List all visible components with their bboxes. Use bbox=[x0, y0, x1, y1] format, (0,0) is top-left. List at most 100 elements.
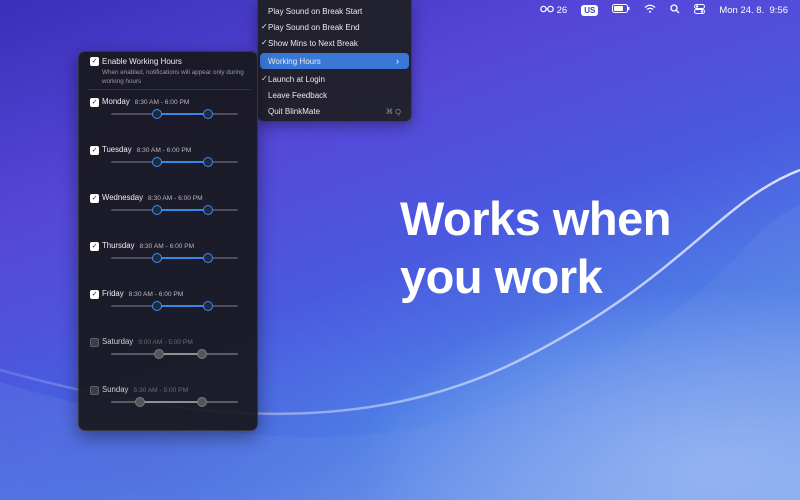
menu-item-label: Leave Feedback bbox=[268, 90, 328, 100]
slider-end-handle[interactable] bbox=[197, 397, 208, 407]
menu-item-label: Working Hours bbox=[268, 56, 321, 66]
headline: Works when you work bbox=[400, 190, 780, 306]
day-row-monday: ✓ Monday 8:30 AM - 6:00 PM bbox=[79, 97, 259, 145]
wifi-icon bbox=[644, 4, 656, 16]
headline-line-1: Works when bbox=[400, 192, 671, 245]
menubar-input-source[interactable]: US bbox=[581, 4, 599, 16]
day-row-saturday: Saturday 9:00 AM - 5:00 PM bbox=[79, 337, 259, 385]
day-hours: 5:30 AM - 5:00 PM bbox=[133, 387, 189, 394]
menu-item-working-hours[interactable]: Working Hours › bbox=[260, 53, 409, 69]
menu-item-leave-feedback[interactable]: Leave Feedback bbox=[258, 87, 411, 103]
slider-start-handle[interactable] bbox=[151, 109, 162, 119]
day-label: Thursday 8:30 AM - 6:00 PM bbox=[102, 241, 194, 250]
hours-range-slider[interactable] bbox=[111, 205, 238, 215]
chevron-right-icon: › bbox=[396, 56, 399, 66]
blinkmate-menu: Play Sound on Break Start ✓ Play Sound on … bbox=[257, 0, 412, 122]
slider-start-handle[interactable] bbox=[151, 157, 162, 167]
day-hours: 9:00 AM - 5:00 PM bbox=[138, 339, 193, 346]
hours-range-slider[interactable] bbox=[111, 349, 238, 359]
eye-glasses-icon bbox=[539, 5, 554, 16]
menu-item-label: Play Sound on Break End bbox=[268, 22, 360, 32]
day-checkbox-tuesday[interactable]: ✓ bbox=[90, 146, 99, 155]
hours-range-slider[interactable] bbox=[111, 397, 238, 407]
slider-range-fill bbox=[156, 305, 208, 307]
day-row-tuesday: ✓ Tuesday 8:30 AM - 6:00 PM bbox=[79, 145, 259, 193]
slider-range-fill bbox=[156, 113, 208, 115]
menubar-control-center[interactable] bbox=[694, 3, 706, 17]
slider-range-fill bbox=[156, 257, 208, 259]
hours-range-slider[interactable] bbox=[111, 109, 238, 119]
day-hours: 8:30 AM - 6:00 PM bbox=[128, 291, 184, 298]
checkmark-icon: ✓ bbox=[261, 22, 268, 31]
menu-item-quit-blinkmate[interactable]: Quit BlinkMate ⌘ Q bbox=[258, 103, 411, 119]
menu-item-play-sound-on-break-end[interactable]: ✓ Play Sound on Break End bbox=[258, 19, 411, 35]
slider-range-fill bbox=[140, 401, 203, 403]
day-name: Wednesday bbox=[102, 193, 144, 202]
day-label: Sunday 5:30 AM - 5:00 PM bbox=[102, 385, 188, 394]
control-center-icon bbox=[694, 3, 706, 17]
day-label: Friday 8:30 AM - 6:00 PM bbox=[102, 289, 183, 298]
panel-divider bbox=[87, 89, 251, 90]
day-checkbox-thursday[interactable]: ✓ bbox=[90, 242, 99, 251]
day-label: Wednesday 8:30 AM - 6:00 PM bbox=[102, 193, 203, 202]
enable-working-hours-description: When enabled, notifications will appear … bbox=[102, 69, 244, 85]
menu-item-label: Play Sound on Break Start bbox=[268, 6, 363, 16]
hours-range-slider[interactable] bbox=[111, 301, 238, 311]
slider-start-handle[interactable] bbox=[151, 253, 162, 263]
day-row-wednesday: ✓ Wednesday 8:30 AM - 6:00 PM bbox=[79, 193, 259, 241]
menu-item-label: Show Mins to Next Break bbox=[268, 38, 358, 48]
slider-end-handle[interactable] bbox=[202, 253, 213, 263]
menu-item-label: Quit BlinkMate bbox=[268, 106, 321, 116]
day-name: Friday bbox=[102, 289, 124, 298]
day-hours: 8:30 AM - 6:00 PM bbox=[134, 99, 190, 106]
day-row-sunday: Sunday 5:30 AM - 5:00 PM bbox=[79, 385, 259, 433]
shortcut-label: ⌘ Q bbox=[385, 106, 401, 116]
day-checkbox-saturday[interactable] bbox=[90, 338, 99, 347]
day-label: Monday 8:30 AM - 6:00 PM bbox=[102, 97, 189, 106]
day-name: Thursday bbox=[102, 241, 135, 250]
menubar-blinkmate-status[interactable]: 26 bbox=[539, 4, 568, 16]
hours-range-slider[interactable] bbox=[111, 253, 238, 263]
day-label: Tuesday 8:30 AM - 6:00 PM bbox=[102, 145, 191, 154]
menubar-spotlight[interactable] bbox=[670, 3, 680, 17]
checkmark-icon: ✓ bbox=[261, 74, 268, 83]
menubar-clock[interactable]: Mon 24. 8. 9:56 bbox=[719, 5, 788, 16]
slider-end-handle[interactable] bbox=[202, 205, 213, 215]
day-checkbox-monday[interactable]: ✓ bbox=[90, 98, 99, 107]
battery-icon bbox=[612, 4, 630, 16]
day-hours: 8:30 AM - 6:00 PM bbox=[139, 243, 195, 250]
working-hours-panel: ✓ Enable Working Hours When enabled, not… bbox=[78, 51, 258, 431]
hours-range-slider[interactable] bbox=[111, 157, 238, 167]
day-name: Monday bbox=[102, 97, 130, 106]
input-source-badge: US bbox=[581, 4, 599, 16]
slider-start-handle[interactable] bbox=[154, 349, 165, 359]
menubar-battery[interactable] bbox=[612, 4, 630, 16]
menubar-status-count: 26 bbox=[556, 4, 568, 16]
day-row-friday: ✓ Friday 8:30 AM - 6:00 PM bbox=[79, 289, 259, 337]
clock-text: Mon 24. 8. 9:56 bbox=[719, 4, 788, 16]
slider-end-handle[interactable] bbox=[202, 301, 213, 311]
day-name: Tuesday bbox=[102, 145, 132, 154]
checkmark-icon: ✓ bbox=[261, 38, 268, 47]
menu-item-show-mins-to-next-break[interactable]: ✓ Show Mins to Next Break bbox=[258, 35, 411, 51]
day-checkbox-sunday[interactable] bbox=[90, 386, 99, 395]
slider-end-handle[interactable] bbox=[197, 349, 208, 359]
day-label: Saturday 9:00 AM - 5:00 PM bbox=[102, 337, 193, 346]
menu-item-label: Launch at Login bbox=[268, 74, 325, 84]
slider-end-handle[interactable] bbox=[202, 109, 213, 119]
slider-end-handle[interactable] bbox=[202, 157, 213, 167]
slider-start-handle[interactable] bbox=[151, 205, 162, 215]
slider-start-handle[interactable] bbox=[135, 397, 146, 407]
enable-working-hours-checkbox[interactable]: ✓ bbox=[90, 57, 99, 66]
slider-range-fill bbox=[156, 161, 208, 163]
search-icon bbox=[670, 3, 680, 17]
slider-range-fill bbox=[159, 353, 203, 355]
day-checkbox-wednesday[interactable]: ✓ bbox=[90, 194, 99, 203]
day-hours: 8:30 AM - 6:00 PM bbox=[148, 195, 203, 202]
slider-range-fill bbox=[156, 209, 208, 211]
menu-item-launch-at-login[interactable]: ✓ Launch at Login bbox=[258, 71, 411, 87]
slider-start-handle[interactable] bbox=[151, 301, 162, 311]
menu-item-play-sound-on-break-start[interactable]: Play Sound on Break Start bbox=[258, 3, 411, 19]
day-checkbox-friday[interactable]: ✓ bbox=[90, 290, 99, 299]
menubar-wifi[interactable] bbox=[644, 4, 656, 16]
